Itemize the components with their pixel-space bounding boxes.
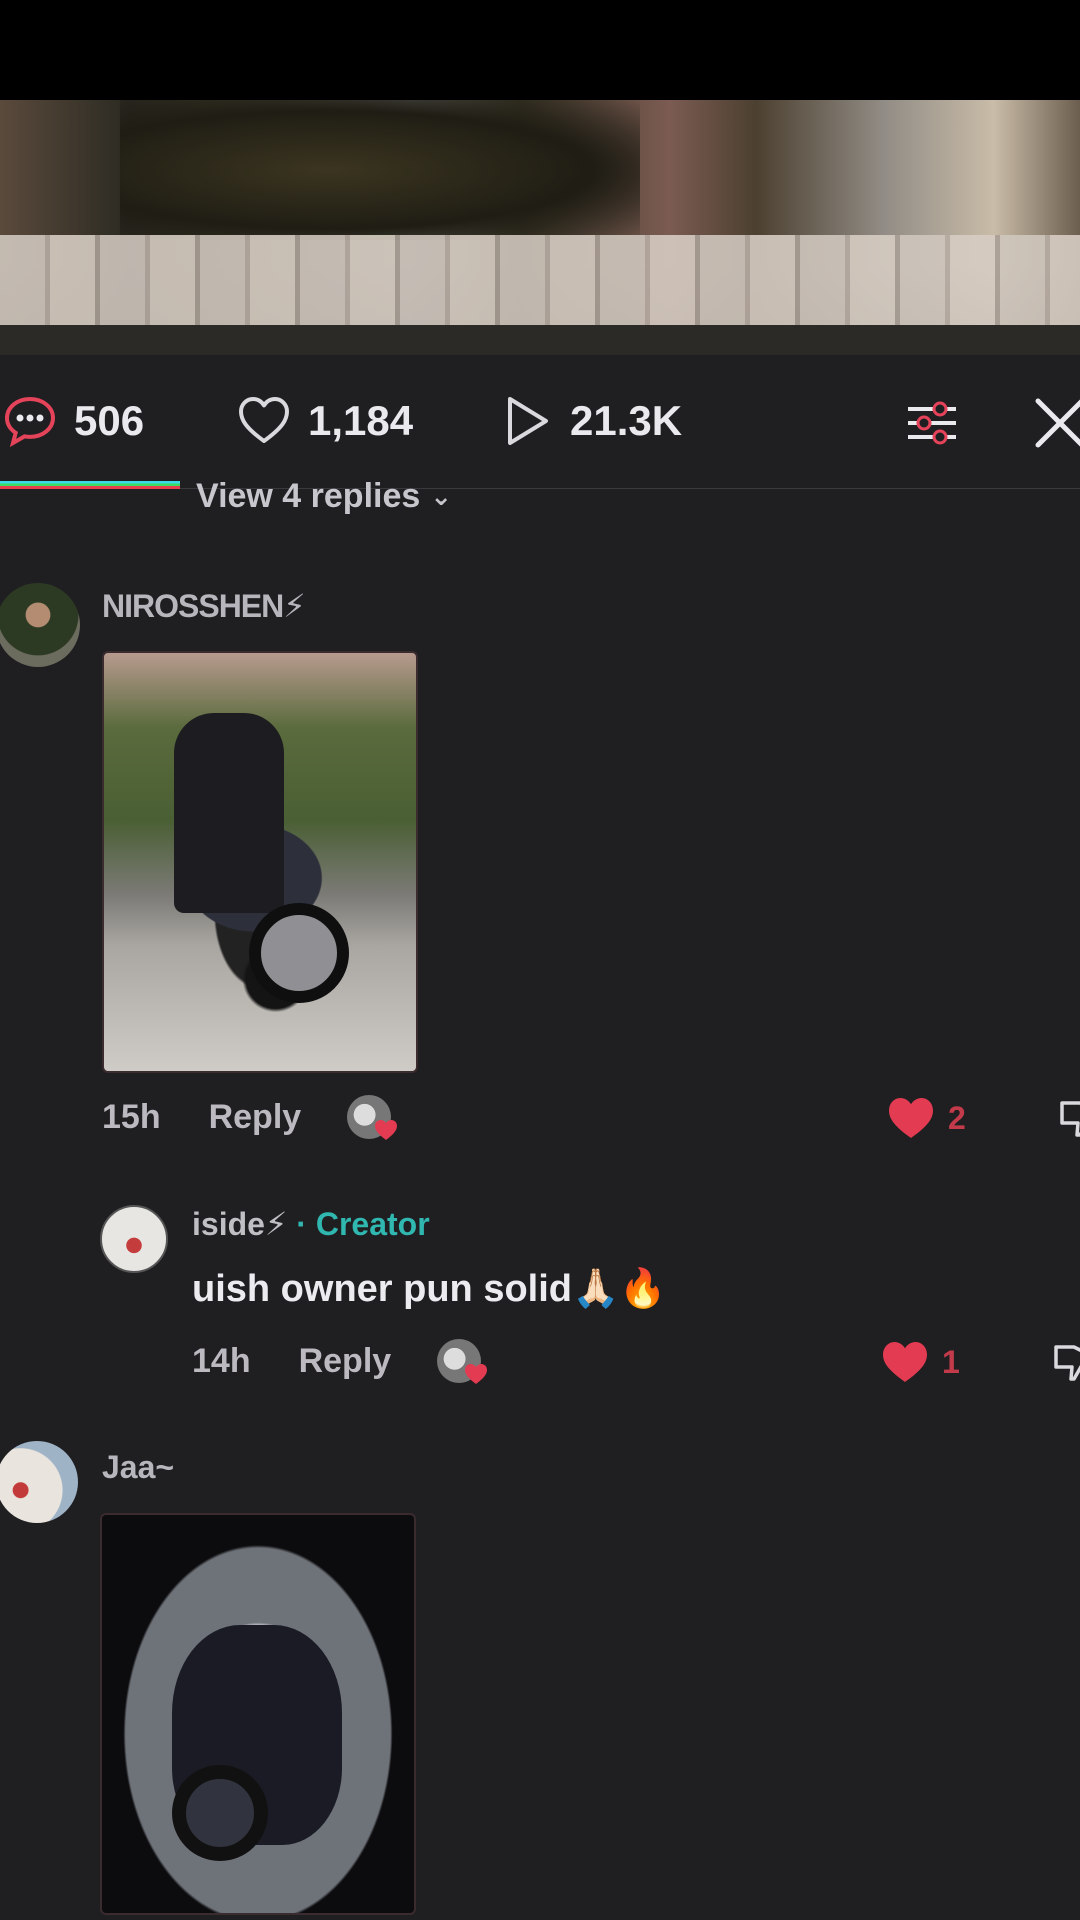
view-replies-link[interactable]: View 4 replies ⌄ bbox=[196, 477, 452, 516]
comments-tab[interactable]: 506 bbox=[2, 393, 144, 449]
close-icon[interactable] bbox=[1030, 393, 1080, 453]
comments-panel: 506 1,184 21.3K View 4 replies ⌄ NIROSSH… bbox=[0, 355, 1080, 1920]
thumbs-down-icon[interactable] bbox=[1056, 1097, 1080, 1141]
heart-outline-icon bbox=[239, 397, 289, 443]
active-tab-indicator bbox=[0, 481, 180, 489]
like-count: 2 bbox=[948, 1099, 966, 1136]
creator-tag: · Creator bbox=[287, 1206, 430, 1242]
thumbs-down-icon[interactable] bbox=[1050, 1341, 1080, 1385]
likes-tab[interactable]: 1,184 bbox=[236, 393, 413, 449]
comment-like-button[interactable]: 1 bbox=[880, 1337, 960, 1387]
reply-button[interactable]: Reply bbox=[299, 1342, 392, 1381]
comment-text: uish owner pun solid🙏🏻🔥 bbox=[192, 1268, 667, 1310]
views-count: 21.3K bbox=[570, 397, 683, 444]
video-background-fence bbox=[0, 235, 1080, 325]
comment-time: 15h bbox=[102, 1097, 161, 1136]
reply-username-row: iside⚡ · Creator bbox=[192, 1205, 430, 1243]
view-replies-label: View 4 replies bbox=[196, 477, 421, 515]
avatar[interactable] bbox=[0, 583, 80, 667]
heart-filled-icon bbox=[883, 1342, 927, 1382]
reply-button[interactable]: Reply bbox=[209, 1098, 302, 1137]
photo-wheel bbox=[172, 1765, 268, 1861]
comment-bubble-icon bbox=[4, 396, 56, 448]
video-background-trees bbox=[120, 100, 640, 240]
creator-liked-badge bbox=[347, 1095, 398, 1140]
comment-username[interactable]: NIROSSHEN⚡ bbox=[102, 587, 306, 625]
heart-filled-icon bbox=[465, 1364, 488, 1384]
photo-rider bbox=[174, 713, 284, 913]
comment-meta: 14h Reply bbox=[192, 1339, 488, 1384]
avatar[interactable] bbox=[0, 1441, 78, 1523]
reply-username[interactable]: iside⚡ bbox=[192, 1206, 287, 1242]
comment-time: 14h bbox=[192, 1341, 251, 1380]
comment-username[interactable]: Jaa~ bbox=[102, 1449, 174, 1486]
video-preview[interactable] bbox=[0, 100, 1080, 355]
photo-wheel bbox=[249, 903, 349, 1003]
chevron-down-icon: ⌄ bbox=[430, 481, 453, 511]
comment-photo[interactable] bbox=[102, 651, 418, 1073]
play-icon bbox=[508, 397, 548, 445]
comment-photo[interactable] bbox=[100, 1513, 416, 1915]
comment-meta: 15h Reply bbox=[102, 1095, 398, 1140]
video-background-road bbox=[0, 325, 1080, 355]
comment-like-button[interactable]: 2 bbox=[886, 1093, 966, 1143]
sliders-icon[interactable] bbox=[902, 393, 962, 453]
creator-liked-badge bbox=[437, 1339, 488, 1384]
comments-count: 506 bbox=[74, 397, 145, 444]
likes-count: 1,184 bbox=[308, 397, 414, 444]
heart-filled-icon bbox=[889, 1098, 933, 1138]
avatar[interactable] bbox=[100, 1205, 168, 1273]
heart-filled-icon bbox=[375, 1120, 398, 1140]
stats-bar: 506 1,184 21.3K bbox=[0, 355, 1080, 489]
views-tab[interactable]: 21.3K bbox=[498, 393, 682, 449]
status-bar bbox=[0, 0, 1080, 100]
like-count: 1 bbox=[942, 1343, 960, 1380]
